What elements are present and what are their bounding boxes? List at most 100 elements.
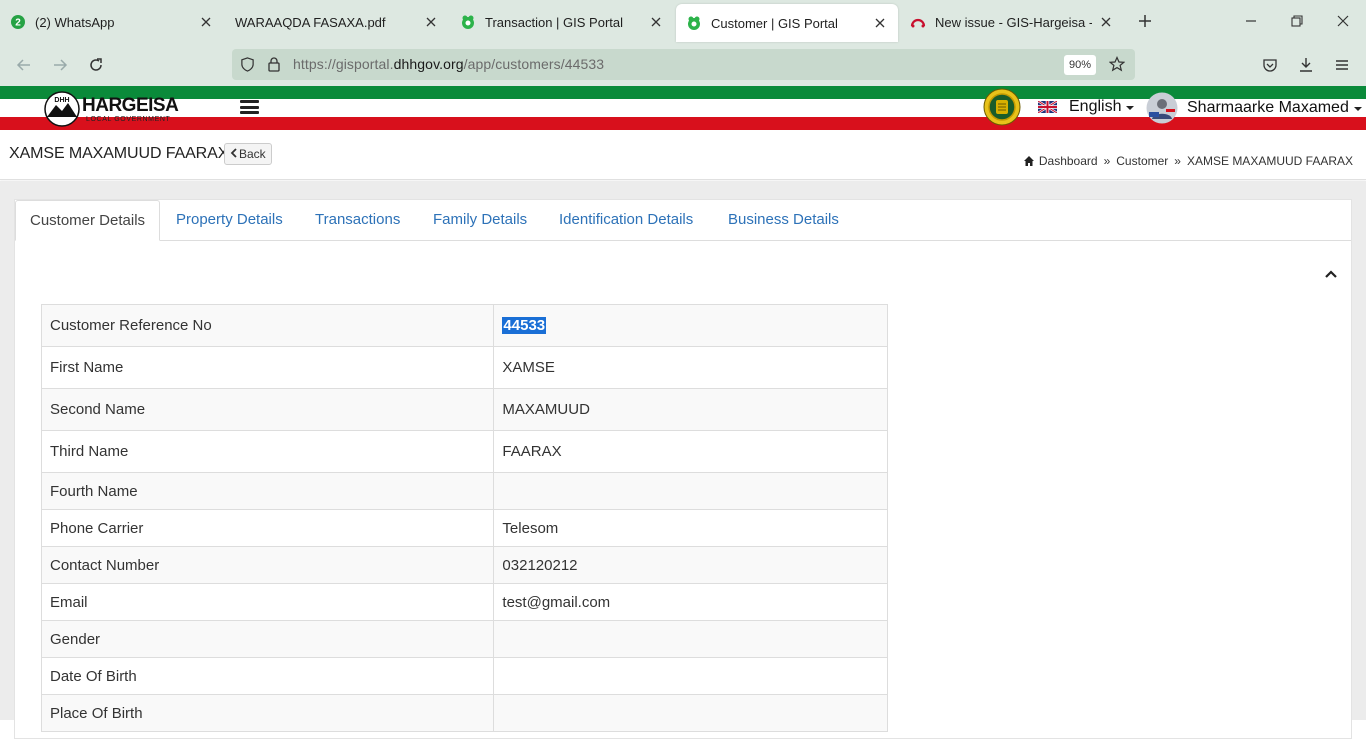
- close-window-button[interactable]: [1332, 10, 1354, 32]
- user-name: Sharmaarke Maxamed: [1187, 99, 1349, 116]
- detail-value: Telesom: [493, 509, 888, 547]
- detail-label: Contact Number: [40, 546, 495, 584]
- tab-business-details[interactable]: Business Details: [714, 200, 853, 241]
- page-title: XAMSE MAXAMUUD FAARAX: [9, 145, 229, 162]
- reload-button[interactable]: [84, 53, 108, 77]
- url-scheme: https://gisportal.: [293, 56, 394, 72]
- forward-nav-button[interactable]: [48, 53, 72, 77]
- chevron-up-icon[interactable]: [1324, 266, 1338, 278]
- browser-tab-transaction[interactable]: Transaction | GIS Portal: [450, 4, 674, 40]
- browser-tab-new-issue[interactable]: New issue - GIS-Hargeisa - Tean: [900, 4, 1124, 40]
- table-row: Place Of Birth: [40, 694, 888, 732]
- detail-value: [493, 657, 888, 695]
- address-bar[interactable]: https://gisportal.dhhgov.org/app/custome…: [232, 49, 1135, 80]
- tab-transactions[interactable]: Transactions: [301, 200, 414, 241]
- detail-label: First Name: [40, 346, 495, 389]
- restore-button[interactable]: [1286, 10, 1308, 32]
- detail-label: Customer Reference No: [40, 304, 495, 347]
- breadcrumb-customer[interactable]: Customer: [1116, 154, 1168, 168]
- url-path: /app/customers/44533: [463, 56, 605, 72]
- close-icon[interactable]: [872, 15, 888, 31]
- detail-value: 44533: [493, 304, 888, 347]
- close-icon[interactable]: [423, 14, 439, 30]
- detail-value: [493, 694, 888, 732]
- back-nav-button[interactable]: [12, 53, 36, 77]
- detail-label: Place Of Birth: [40, 694, 495, 732]
- breadcrumb-separator: »: [1174, 154, 1181, 168]
- browser-tab-title: Transaction | GIS Portal: [485, 14, 624, 30]
- home-icon: [1023, 155, 1035, 167]
- browser-nav-bar: https://gisportal.dhhgov.org/app/custome…: [0, 44, 1366, 86]
- new-tab-button[interactable]: [1134, 10, 1156, 32]
- detail-value: test@gmail.com: [493, 583, 888, 621]
- sidebar-toggle-button[interactable]: [240, 100, 259, 114]
- table-row: Fourth Name: [40, 472, 888, 510]
- detail-value: [493, 620, 888, 658]
- tab-identification-details[interactable]: Identification Details: [545, 200, 707, 241]
- gis-portal-icon: [686, 15, 702, 31]
- table-row: Phone Carrier Telesom: [40, 509, 888, 547]
- zoom-indicator[interactable]: 90%: [1064, 55, 1097, 75]
- url-text[interactable]: https://gisportal.dhhgov.org/app/custome…: [293, 56, 604, 72]
- arrow-right-icon: [54, 59, 68, 71]
- table-row: Gender: [40, 620, 888, 658]
- detail-label: Email: [40, 583, 495, 621]
- table-row: Third Name FAARAX: [40, 430, 888, 473]
- back-button[interactable]: Back: [224, 143, 272, 165]
- detail-value: 032120212: [493, 546, 888, 584]
- lock-icon[interactable]: [267, 56, 281, 75]
- user-menu[interactable]: Sharmaarke Maxamed: [1146, 92, 1362, 124]
- minimize-button[interactable]: [1240, 10, 1262, 32]
- arrow-left-icon: [16, 59, 30, 71]
- browser-tab-title: Customer | GIS Portal: [711, 15, 838, 31]
- tab-family-details[interactable]: Family Details: [419, 200, 541, 241]
- language-selector[interactable]: English: [1038, 98, 1135, 116]
- tab-customer-details[interactable]: Customer Details: [15, 200, 161, 241]
- azure-devops-icon: [910, 14, 926, 30]
- table-row: Second Name MAXAMUUD: [40, 388, 888, 431]
- star-icon[interactable]: [1108, 56, 1126, 75]
- chevron-left-icon: [230, 147, 237, 161]
- customer-panel: Customer Details Property Details Transa…: [14, 199, 1352, 739]
- reload-icon: [90, 58, 102, 71]
- close-icon[interactable]: [198, 14, 214, 30]
- downloads-button[interactable]: [1294, 53, 1318, 77]
- detail-value: MAXAMUUD: [493, 388, 888, 431]
- browser-tab-strip: 2 (2) WhatsApp WARAAQDA FASAXA.pdf Trans…: [0, 0, 1366, 44]
- close-icon[interactable]: [648, 14, 664, 30]
- whatsapp-icon: 2: [10, 14, 26, 30]
- app-menu-button[interactable]: [1330, 53, 1354, 77]
- detail-value: FAARAX: [493, 430, 888, 473]
- customer-details-table: Customer Reference No 44533 First Name X…: [40, 304, 888, 732]
- avatar: [1146, 92, 1178, 124]
- pocket-icon: [1263, 59, 1277, 72]
- browser-tab-whatsapp[interactable]: 2 (2) WhatsApp: [0, 4, 224, 40]
- svg-text:DHH: DHH: [54, 97, 69, 104]
- page-title-bar: XAMSE MAXAMUUD FAARAX Back Dashboard » C…: [0, 130, 1366, 180]
- browser-tab-title: New issue - GIS-Hargeisa - Tean: [935, 14, 1092, 30]
- logo-emblem-icon: DHH: [44, 91, 80, 127]
- detail-label: Fourth Name: [40, 472, 495, 510]
- table-row: Email test@gmail.com: [40, 583, 888, 621]
- tab-property-details[interactable]: Property Details: [162, 200, 297, 241]
- browser-tab-customer[interactable]: Customer | GIS Portal: [676, 4, 898, 42]
- hargeisa-logo[interactable]: DHH HARGEISA LOCAL GOVERNMENT: [44, 90, 184, 128]
- gis-portal-icon: [460, 14, 476, 30]
- breadcrumb-separator: »: [1103, 154, 1111, 168]
- pocket-button[interactable]: [1258, 53, 1282, 77]
- detail-label: Third Name: [40, 430, 495, 473]
- browser-tab-pdf[interactable]: WARAAQDA FASAXA.pdf: [225, 4, 449, 40]
- detail-label: Phone Carrier: [40, 509, 495, 547]
- shield-icon[interactable]: [240, 57, 255, 75]
- menu-icon: [1336, 60, 1348, 70]
- logo-title: HARGEISA: [82, 95, 179, 116]
- browser-tab-title: (2) WhatsApp: [35, 14, 115, 30]
- app-header: DHH HARGEISA LOCAL GOVERNMENT English Sh…: [0, 86, 1366, 130]
- restore-icon: [1291, 15, 1303, 27]
- close-icon[interactable]: [1098, 14, 1114, 30]
- customer-tabs: Customer Details Property Details Transa…: [15, 200, 1351, 241]
- download-icon: [1300, 58, 1312, 72]
- customer-reference-value[interactable]: 44533: [502, 317, 547, 334]
- back-button-label: Back: [239, 147, 266, 161]
- breadcrumb-dashboard[interactable]: Dashboard: [1039, 154, 1098, 168]
